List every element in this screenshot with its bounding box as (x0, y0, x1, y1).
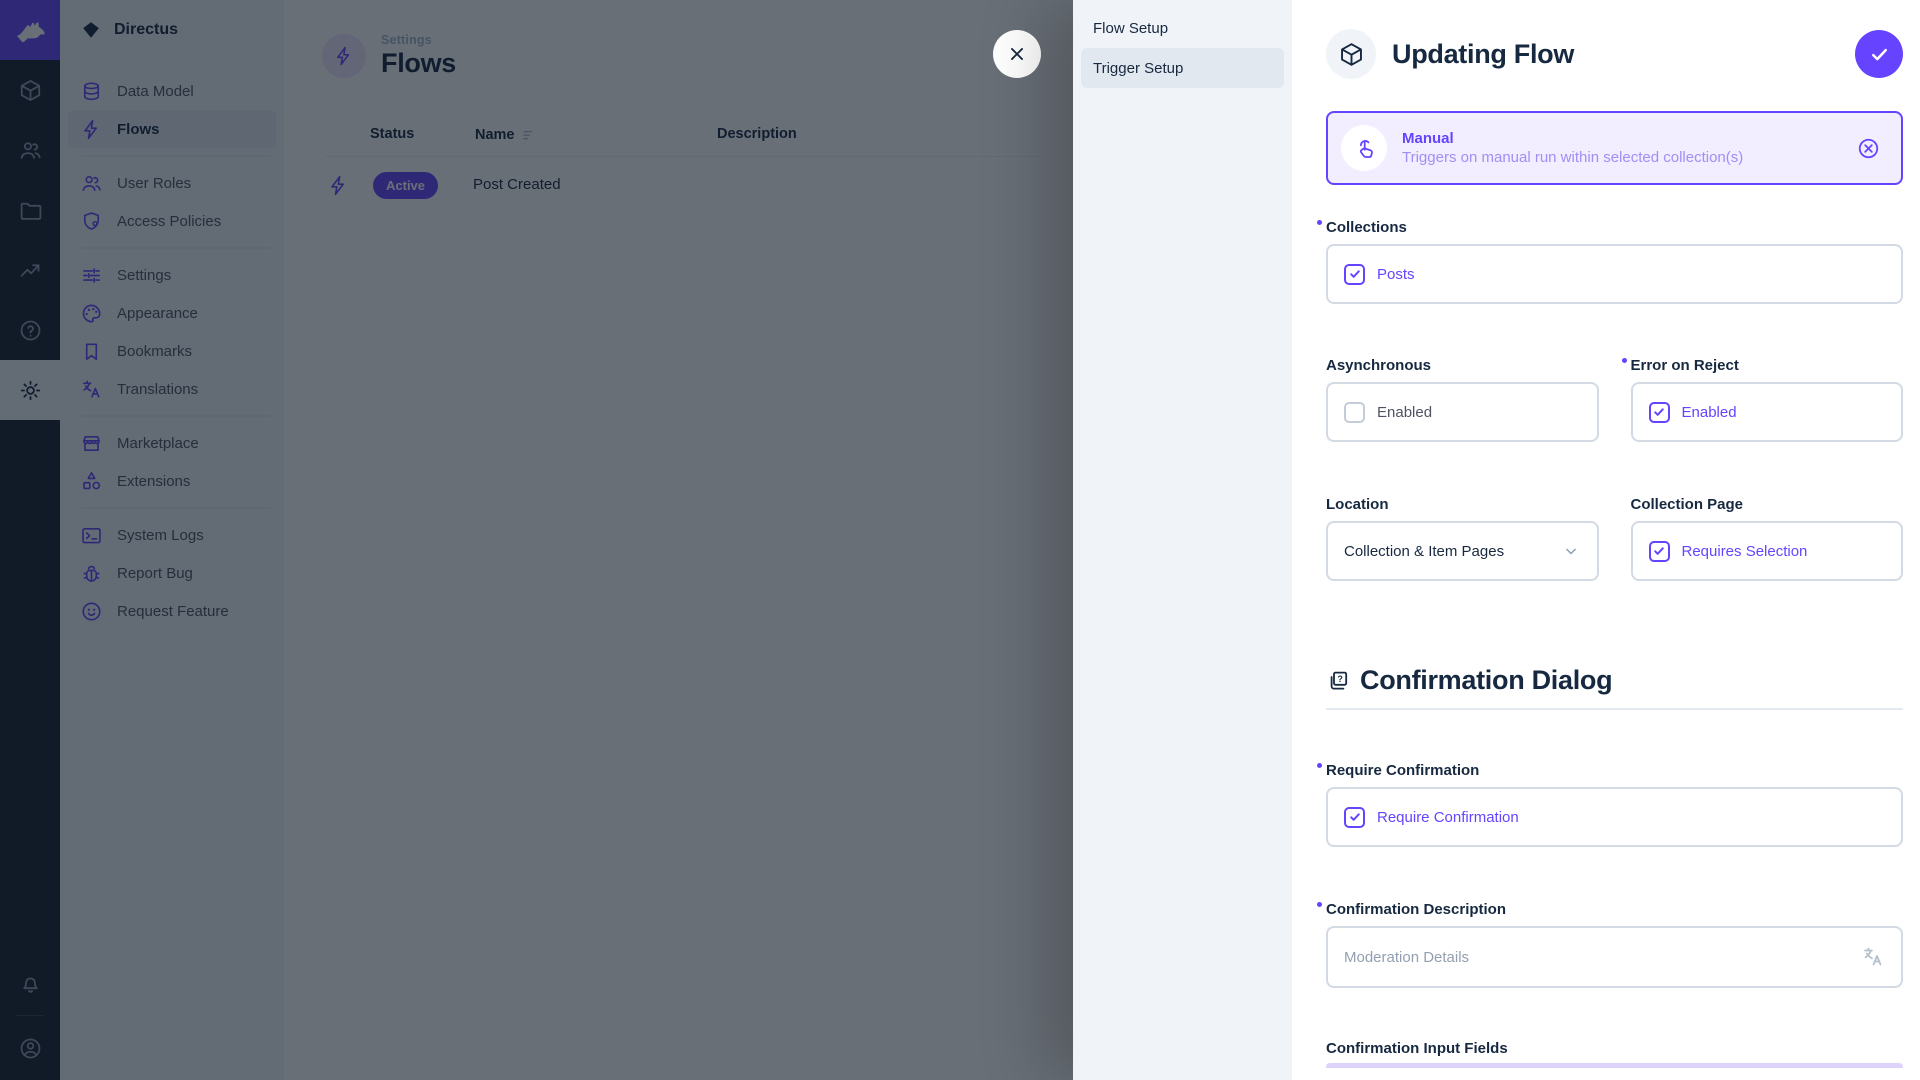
translate-icon[interactable] (1861, 945, 1885, 969)
close-drawer-button[interactable] (993, 30, 1041, 78)
location-select[interactable]: Collection & Item Pages (1326, 521, 1599, 581)
collections-posts-checkbox[interactable]: Posts (1344, 264, 1415, 285)
drawer-header: Updating Flow (1326, 28, 1903, 80)
chevron-down-icon (1561, 541, 1581, 561)
confirmation-description-label: Confirmation Description (1326, 901, 1506, 918)
checkbox (1344, 807, 1365, 828)
drawer-title: Updating Flow (1392, 39, 1574, 70)
trigger-card-title: Manual (1402, 130, 1743, 147)
svg-text:?: ? (1337, 673, 1343, 683)
asynchronous-enabled-checkbox[interactable]: Enabled (1344, 402, 1432, 423)
collections-field: Posts (1326, 244, 1903, 304)
remove-trigger-icon[interactable] (1856, 136, 1881, 161)
collection-page-field: Requires Selection (1631, 521, 1904, 581)
asynchronous-field: Enabled (1326, 382, 1599, 442)
drawer-nav-trigger-setup[interactable]: Trigger Setup (1081, 48, 1284, 88)
check-icon (1348, 267, 1362, 281)
checkbox (1344, 264, 1365, 285)
close-icon (1006, 43, 1028, 65)
trigger-type-card[interactable]: Manual Triggers on manual run within sel… (1326, 111, 1903, 185)
trigger-setup-drawer: Updating Flow Manual Triggers on manual … (1292, 0, 1920, 1080)
trigger-card-description: Triggers on manual run within selected c… (1402, 149, 1743, 166)
check-icon (1868, 43, 1891, 66)
collection-page-label: Collection Page (1631, 496, 1744, 513)
dialog-icon: ? (1326, 669, 1350, 693)
confirmation-input-fields-list[interactable] (1326, 1063, 1903, 1068)
checkbox (1649, 541, 1670, 562)
checkbox (1649, 402, 1670, 423)
drawer-nav: Flow Setup Trigger Setup (1073, 0, 1292, 1080)
confirmation-input-fields-label: Confirmation Input Fields (1326, 1040, 1508, 1057)
error-on-reject-enabled-checkbox[interactable]: Enabled (1649, 402, 1737, 423)
save-button[interactable] (1855, 30, 1903, 78)
asynchronous-label: Asynchronous (1326, 357, 1431, 374)
drawer-title-icon-wrap (1326, 29, 1376, 79)
collections-label: Collections (1326, 219, 1407, 236)
error-on-reject-field: Enabled (1631, 382, 1904, 442)
check-icon (1652, 405, 1666, 419)
error-on-reject-label: Error on Reject (1631, 357, 1739, 374)
checkbox (1344, 402, 1365, 423)
requires-selection-checkbox[interactable]: Requires Selection (1649, 541, 1808, 562)
confirmation-description-fieldbox (1326, 926, 1903, 988)
drawer-nav-flow-setup[interactable]: Flow Setup (1081, 8, 1284, 48)
require-confirmation-checkbox[interactable]: Require Confirmation (1344, 807, 1519, 828)
drawer-overlay[interactable] (0, 0, 1073, 1080)
check-icon (1652, 544, 1666, 558)
manual-trigger-icon-wrap (1341, 125, 1387, 171)
tap-icon (1352, 136, 1377, 161)
location-label: Location (1326, 496, 1389, 513)
check-icon (1348, 810, 1362, 824)
confirmation-dialog-section: ? Confirmation Dialog (1326, 665, 1903, 696)
cube-icon (1338, 41, 1365, 68)
require-confirmation-field: Require Confirmation (1326, 787, 1903, 847)
confirmation-description-input[interactable] (1344, 949, 1861, 966)
section-divider (1326, 708, 1903, 710)
require-confirmation-label: Require Confirmation (1326, 762, 1479, 779)
